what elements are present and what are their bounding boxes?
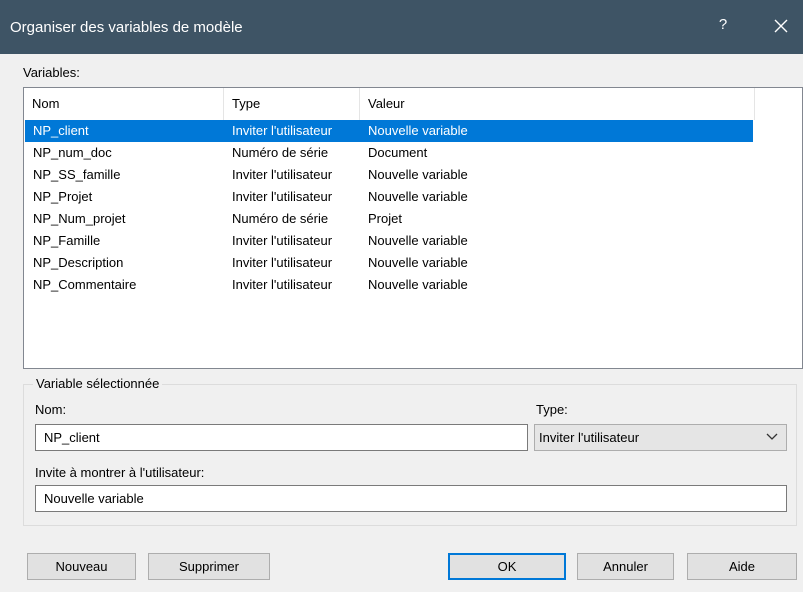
- cell-type: Inviter l'utilisateur: [232, 167, 333, 182]
- table-row[interactable]: NP_Description Inviter l'utilisateur Nouve…: [25, 252, 753, 274]
- cell-nom: NP_Num_projet: [33, 211, 126, 226]
- cell-valeur: Document: [368, 145, 428, 160]
- chevron-down-icon: [766, 433, 778, 440]
- type-label: Type:: [536, 402, 568, 417]
- cell-valeur: Nouvelle variable: [368, 123, 468, 138]
- help-title-button[interactable]: ?: [712, 16, 734, 33]
- table-row[interactable]: NP_Commentaire Inviter l'utilisateur Nouve…: [25, 274, 753, 296]
- cell-nom: NP_Projet: [33, 189, 93, 204]
- new-button[interactable]: Nouveau: [27, 553, 136, 580]
- cell-valeur: Nouvelle variable: [368, 255, 468, 270]
- cell-type: Inviter l'utilisateur: [232, 233, 333, 248]
- delete-button[interactable]: Supprimer: [148, 553, 270, 580]
- list-header: Nom Type Valeur: [24, 88, 802, 120]
- cell-nom: NP_Description: [33, 255, 124, 270]
- close-icon: [774, 19, 788, 33]
- table-row[interactable]: NP_SS_famille Inviter l'utilisateur Nouvel…: [25, 164, 753, 186]
- title-bar: Organiser des variables de modèle ?: [0, 0, 803, 54]
- cell-type: Numéro de série: [232, 145, 329, 160]
- table-row[interactable]: NP_num_doc Numéro de série Document: [25, 142, 753, 164]
- cell-valeur: Nouvelle variable: [368, 189, 468, 204]
- nom-input[interactable]: [35, 424, 528, 451]
- window-title: Organiser des variables de modèle: [10, 19, 243, 36]
- nom-label: Nom:: [35, 402, 67, 417]
- table-row[interactable]: NP_Num_projet Numéro de série Projet: [25, 208, 753, 230]
- table-row[interactable]: NP_client Inviter l'utilisateur Nouvelle v…: [25, 120, 753, 142]
- cell-valeur: Nouvelle variable: [368, 277, 468, 292]
- cell-valeur: Projet: [368, 211, 402, 226]
- cell-nom: NP_Famille: [33, 233, 101, 248]
- close-button[interactable]: [768, 13, 794, 39]
- selected-variable-group-title: Variable sélectionnée: [33, 376, 163, 391]
- ok-button[interactable]: OK: [448, 553, 566, 580]
- column-header-valeur[interactable]: Valeur: [360, 88, 755, 120]
- cell-nom: NP_num_doc: [33, 145, 112, 160]
- prompt-input[interactable]: [35, 485, 787, 512]
- cancel-button[interactable]: Annuler: [577, 553, 674, 580]
- type-select[interactable]: Inviter l'utilisateur: [534, 424, 787, 451]
- cell-nom: NP_SS_famille: [33, 167, 121, 182]
- column-header-nom[interactable]: Nom: [24, 88, 224, 120]
- type-select-value: Inviter l'utilisateur: [539, 430, 640, 445]
- column-header-type[interactable]: Type: [224, 88, 360, 120]
- help-button[interactable]: Aide: [687, 553, 797, 580]
- cell-type: Inviter l'utilisateur: [232, 255, 333, 270]
- prompt-label: Invite à montrer à l'utilisateur:: [35, 465, 205, 480]
- cell-valeur: Nouvelle variable: [368, 167, 468, 182]
- cell-valeur: Nouvelle variable: [368, 233, 468, 248]
- table-row[interactable]: NP_Famille Inviter l'utilisateur Nouvelle …: [25, 230, 753, 252]
- variables-label: Variables:: [23, 65, 80, 80]
- cell-type: Numéro de série: [232, 211, 329, 226]
- variables-list[interactable]: Nom Type Valeur NP_client Inviter l'utili…: [23, 87, 803, 369]
- cell-nom: NP_Commentaire: [33, 277, 137, 292]
- cell-type: Inviter l'utilisateur: [232, 123, 333, 138]
- table-row[interactable]: NP_Projet Inviter l'utilisateur Nouvelle v…: [25, 186, 753, 208]
- cell-nom: NP_client: [33, 123, 89, 138]
- cell-type: Inviter l'utilisateur: [232, 277, 333, 292]
- cell-type: Inviter l'utilisateur: [232, 189, 333, 204]
